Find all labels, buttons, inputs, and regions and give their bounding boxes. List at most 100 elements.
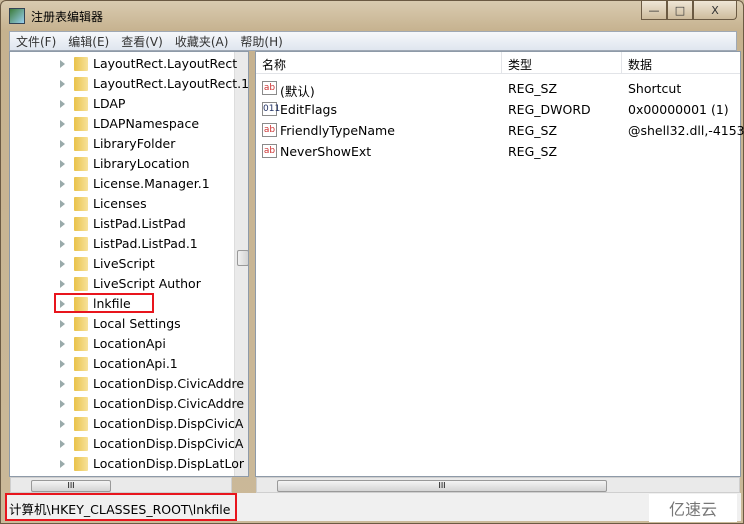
tree-item-label: LocationDisp.DispCivicA: [93, 416, 244, 431]
expand-icon[interactable]: [60, 400, 65, 408]
expand-icon[interactable]: [60, 200, 65, 208]
tree-item[interactable]: LocationDisp.CivicAddre: [10, 374, 244, 394]
folder-icon: [74, 357, 88, 371]
tree-item-label: LiveScript Author: [93, 276, 201, 291]
tree-item[interactable]: LiveScript: [10, 254, 234, 274]
folder-icon: [74, 317, 88, 331]
list-horizontal-scrollbar[interactable]: III: [256, 477, 740, 493]
tree-item-label: LocationApi.1: [93, 356, 178, 371]
menu-favorites[interactable]: 收藏夹(A): [169, 33, 235, 50]
tree-item[interactable]: LDAPNamespace: [10, 114, 234, 134]
folder-icon: [74, 437, 88, 451]
tree-item[interactable]: Licenses: [10, 194, 234, 214]
expand-icon[interactable]: [60, 120, 65, 128]
close-button[interactable]: X: [693, 1, 737, 20]
expand-icon[interactable]: [60, 360, 65, 368]
selected-key-highlight-box: [54, 293, 154, 313]
tree-item[interactable]: LayoutRect.LayoutRect.1: [10, 74, 248, 94]
tree-item-label: LibraryLocation: [93, 156, 190, 171]
folder-icon: [74, 377, 88, 391]
tree-item[interactable]: LocationDisp.DispLatLor: [10, 454, 244, 474]
tree-item-label: LibraryFolder: [93, 136, 176, 151]
expand-icon[interactable]: [60, 80, 65, 88]
value-type: REG_SZ: [508, 144, 558, 159]
folder-icon: [74, 397, 88, 411]
tree-item-label: License.Manager.1: [93, 176, 210, 191]
tree-item[interactable]: LocationApi: [10, 334, 234, 354]
scroll-thumb[interactable]: III: [277, 480, 607, 492]
tree-horizontal-scrollbar[interactable]: III: [10, 477, 232, 493]
expand-icon[interactable]: [60, 220, 65, 228]
maximize-button[interactable]: □: [667, 1, 693, 20]
tree-item[interactable]: LayoutRect.LayoutRect: [10, 54, 238, 74]
expand-icon[interactable]: [60, 460, 65, 468]
value-row[interactable]: ab FriendlyTypeName REG_SZ @shell32.dll,-41…: [256, 120, 744, 141]
menu-help[interactable]: 帮助(H): [234, 33, 288, 50]
scroll-thumb[interactable]: [237, 250, 248, 266]
tree-item-label: ListPad.ListPad: [93, 216, 186, 231]
tree-item[interactable]: ListPad.ListPad: [10, 214, 234, 234]
tree-item[interactable]: LocationDisp.CivicAddre: [10, 394, 244, 414]
tree-item[interactable]: LibraryFolder: [10, 134, 234, 154]
title-bar: 注册表编辑器: [9, 6, 103, 26]
tree-item[interactable]: ListPad.ListPad.1: [10, 234, 234, 254]
tree-item-label: LiveScript: [93, 256, 155, 271]
expand-icon[interactable]: [60, 440, 65, 448]
tree-item-label: LocationApi: [93, 336, 166, 351]
value-row[interactable]: 011 EditFlags REG_DWORD 0x00000001 (1): [256, 99, 740, 120]
expand-icon[interactable]: [60, 320, 65, 328]
menu-view[interactable]: 查看(V): [115, 33, 169, 50]
tree-item[interactable]: LibraryLocation: [10, 154, 234, 174]
tree-item-label: LDAP: [93, 96, 126, 111]
string-value-icon: ab: [262, 123, 277, 137]
value-data: 0x00000001 (1): [628, 102, 729, 117]
tree-item-label: LocationDisp.DispCivicA: [93, 436, 244, 451]
expand-icon[interactable]: [60, 280, 65, 288]
key-tree: LayoutRect.LayoutRect LayoutRect.LayoutRe…: [9, 51, 249, 477]
expand-icon[interactable]: [60, 60, 65, 68]
column-data[interactable]: 数据: [622, 52, 740, 73]
expand-icon[interactable]: [60, 380, 65, 388]
expand-icon[interactable]: [60, 260, 65, 268]
expand-icon[interactable]: [60, 340, 65, 348]
tree-item-label: LayoutRect.LayoutRect.1: [93, 76, 249, 91]
value-data: @shell32.dll,-4153: [628, 123, 744, 138]
tree-item[interactable]: Local Settings: [10, 314, 234, 334]
folder-icon: [74, 57, 88, 71]
expand-icon[interactable]: [60, 180, 65, 188]
binary-value-icon: 011: [262, 102, 281, 116]
expand-icon[interactable]: [60, 160, 65, 168]
tree-item[interactable]: LiveScript Author: [10, 274, 234, 294]
status-highlight-box: [5, 493, 237, 521]
value-type: REG_SZ: [508, 123, 558, 138]
tree-item[interactable]: License.Manager.1: [10, 174, 234, 194]
value-data: Shortcut: [628, 81, 682, 96]
column-name[interactable]: 名称: [256, 52, 502, 73]
tree-item[interactable]: LocationDisp.DispCivicA: [10, 414, 243, 434]
tree-item-label: LocationDisp.CivicAddre: [93, 376, 245, 391]
minimize-button[interactable]: —: [641, 1, 667, 20]
column-type[interactable]: 类型: [502, 52, 622, 73]
expand-icon[interactable]: [60, 140, 65, 148]
expand-icon[interactable]: [60, 420, 65, 428]
expand-icon[interactable]: [60, 100, 65, 108]
folder-icon: [74, 137, 88, 151]
expand-icon[interactable]: [60, 240, 65, 248]
tree-item-label: LDAPNamespace: [93, 116, 200, 131]
menu-edit[interactable]: 编辑(E): [62, 33, 115, 50]
scroll-thumb[interactable]: III: [31, 480, 111, 492]
value-row[interactable]: ab (默认) REG_SZ Shortcut: [256, 78, 740, 99]
value-name: EditFlags: [280, 102, 337, 117]
folder-icon: [74, 457, 88, 471]
tree-item-label: LayoutRect.LayoutRect: [93, 56, 238, 71]
folder-icon: [74, 117, 88, 131]
tree-item[interactable]: LocationDisp.DispCivicA: [10, 434, 243, 454]
tree-item-label: ListPad.ListPad.1: [93, 236, 198, 251]
tree-item-label: LocationDisp.DispLatLor: [93, 456, 244, 471]
tree-vertical-scrollbar[interactable]: [234, 52, 248, 476]
tree-item[interactable]: LocationApi.1: [10, 354, 234, 374]
value-row[interactable]: ab NeverShowExt REG_SZ: [256, 141, 740, 162]
menu-file[interactable]: 文件(F): [10, 33, 62, 50]
regedit-app-icon: [9, 8, 25, 24]
tree-item[interactable]: LDAP: [10, 94, 234, 114]
